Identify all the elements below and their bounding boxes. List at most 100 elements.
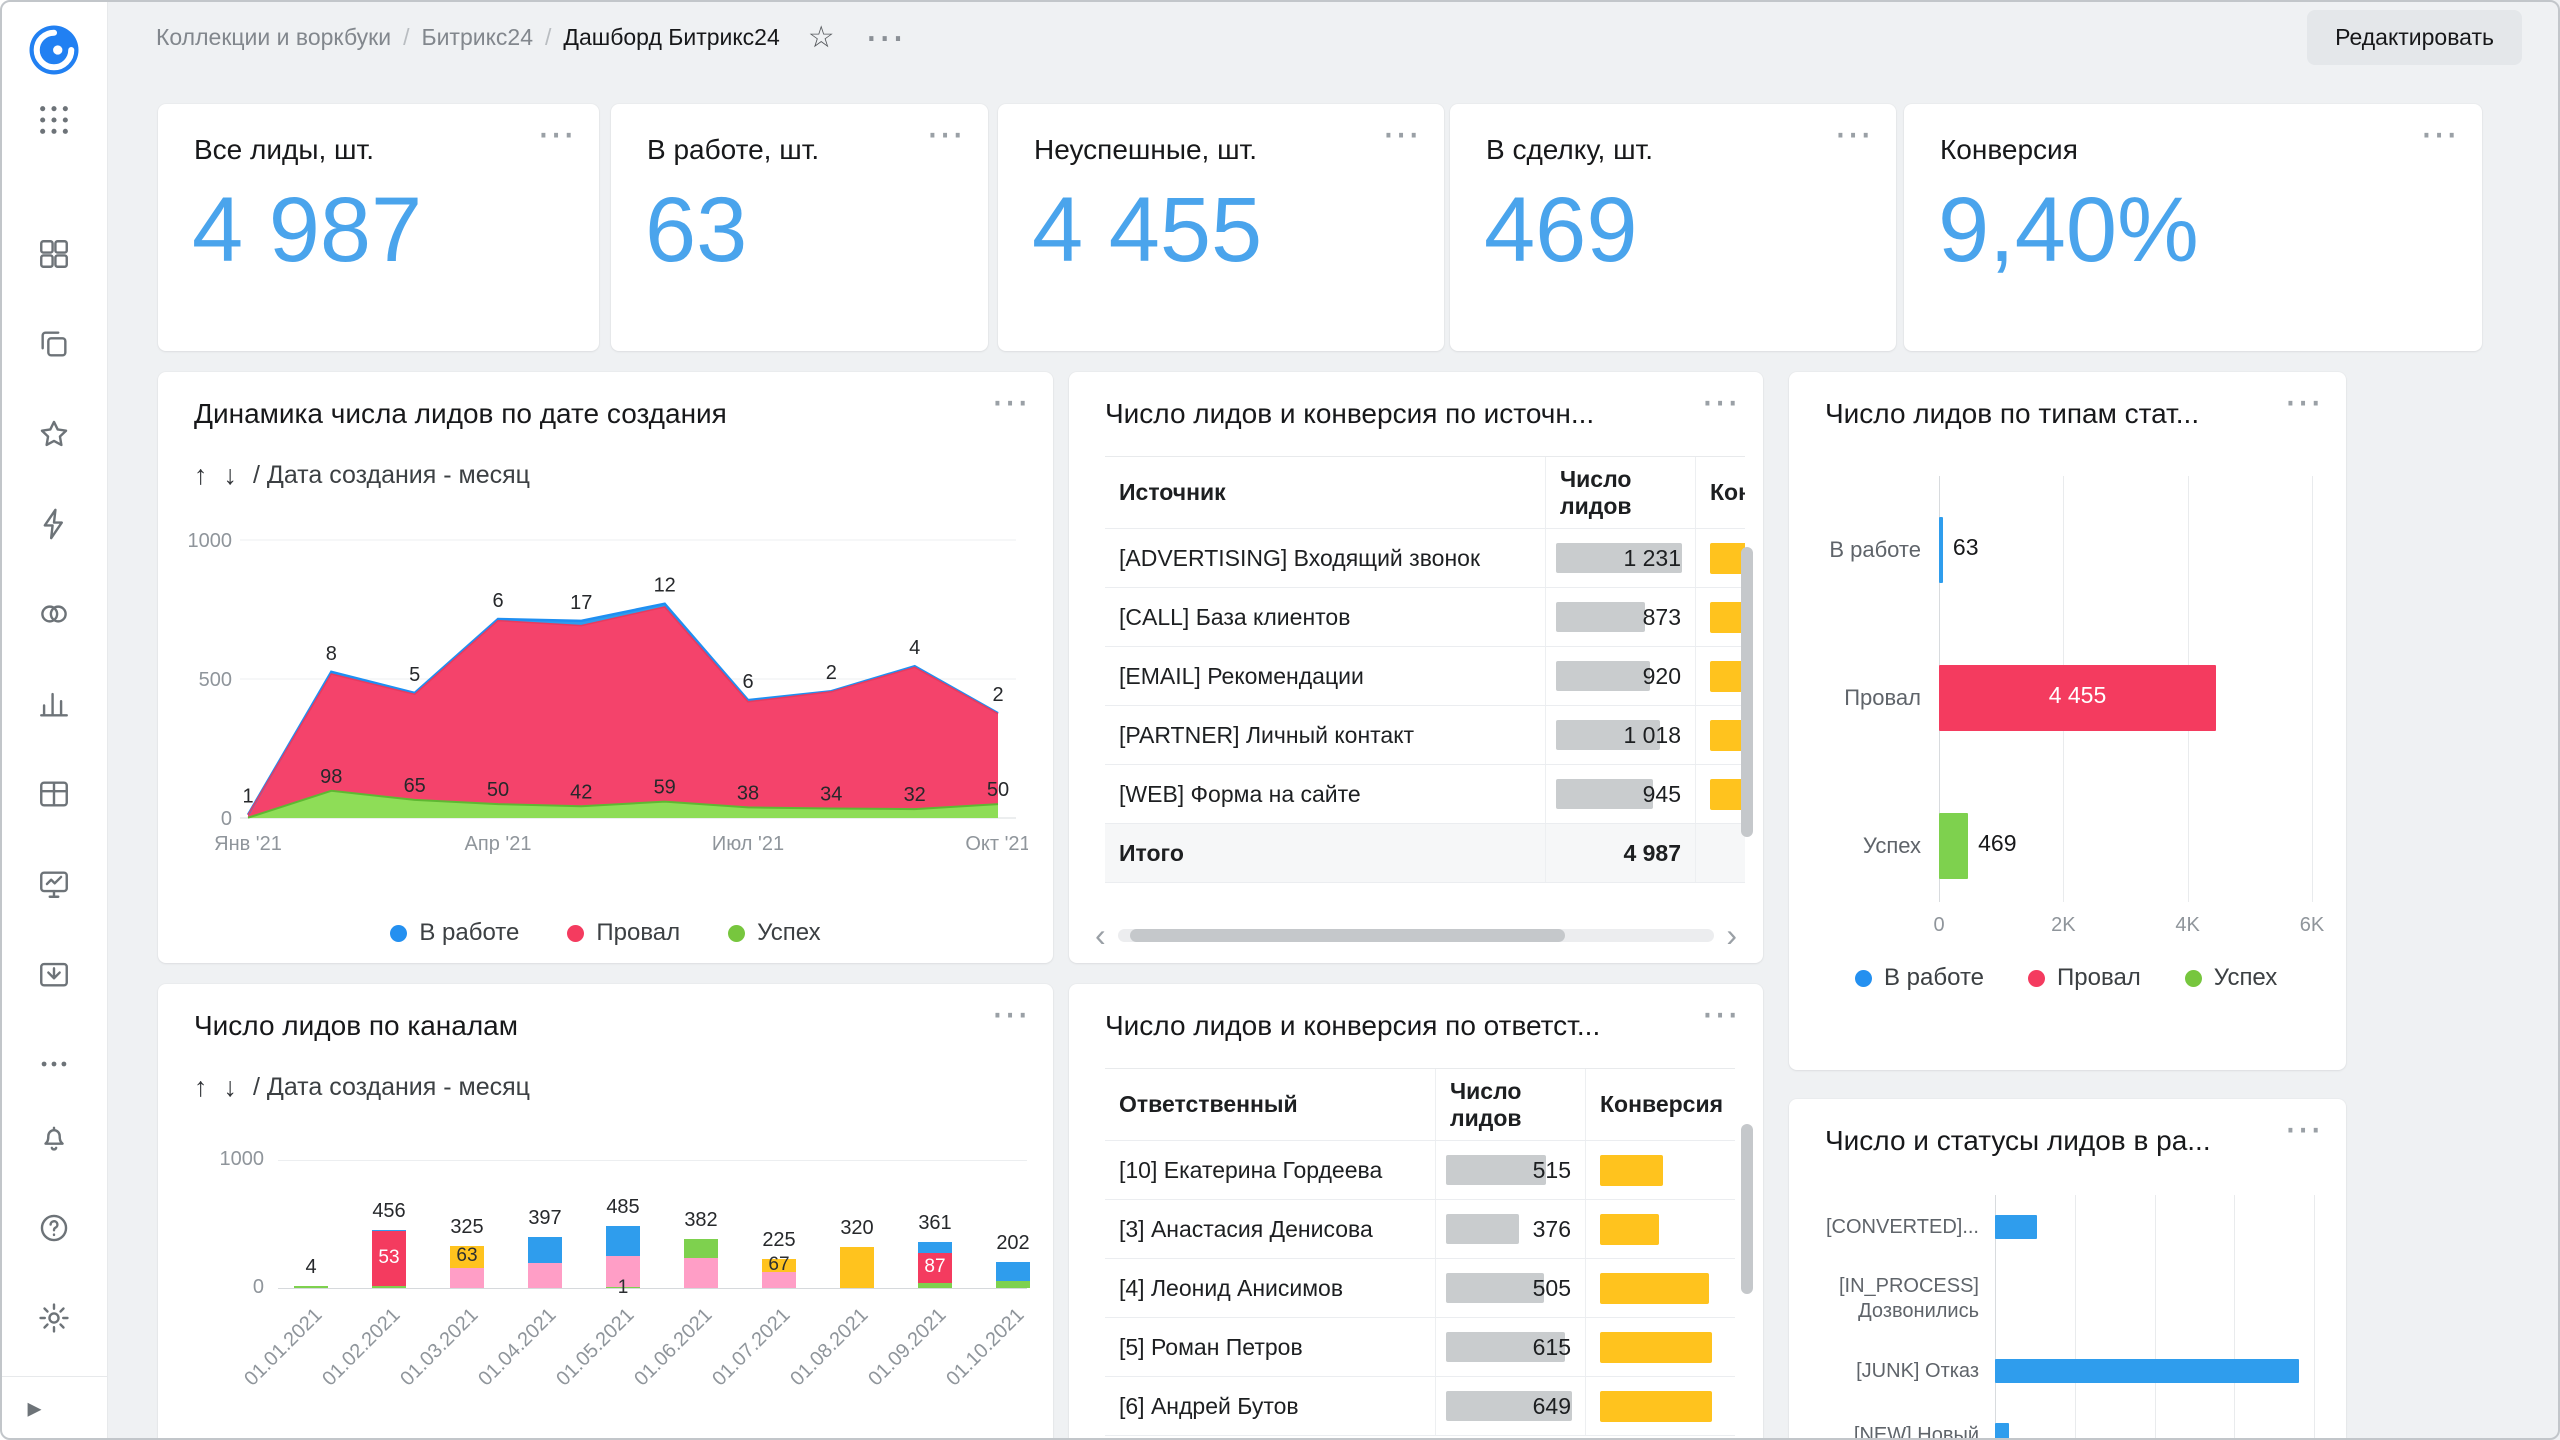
widget-title: Число лидов по каналам xyxy=(194,1010,518,1042)
card-menu-dots-icon[interactable]: ⋯ xyxy=(1701,996,1739,1034)
sidebar-collapse-button[interactable]: ▸ xyxy=(0,1376,108,1440)
bar[interactable] xyxy=(1939,517,1943,583)
breadcrumb-separator: / xyxy=(545,24,551,51)
svg-text:17: 17 xyxy=(570,592,592,614)
sidebar-item-editor[interactable] xyxy=(32,862,76,906)
cell-leads: 945 xyxy=(1545,765,1695,823)
edit-button[interactable]: Редактировать xyxy=(2307,10,2522,65)
bar[interactable] xyxy=(1995,1423,2009,1440)
category-label: Провал xyxy=(1819,685,1939,711)
legend-label: В работе xyxy=(419,919,519,947)
sidebar-item-collections[interactable] xyxy=(32,322,76,366)
legend-dot-icon xyxy=(567,925,584,942)
bar[interactable] xyxy=(1939,813,1968,879)
apps-grid-icon[interactable] xyxy=(32,98,76,142)
svg-text:8: 8 xyxy=(326,643,337,665)
cell-conversion xyxy=(1695,765,1745,823)
card-menu-dots-icon[interactable]: ⋯ xyxy=(1382,116,1420,154)
legend-item[interactable]: Провал xyxy=(567,919,680,947)
sidebar-item-datasets[interactable] xyxy=(32,592,76,636)
bar-segment xyxy=(996,1281,1030,1288)
datalens-logo-icon[interactable] xyxy=(26,22,82,78)
card-menu-dots-icon[interactable]: ⋯ xyxy=(991,996,1029,1034)
legend-item[interactable]: Провал xyxy=(2028,964,2141,992)
vertical-scrollbar[interactable] xyxy=(1741,1124,1753,1294)
bar-segment xyxy=(996,1262,1030,1281)
bar[interactable] xyxy=(1995,1215,2037,1239)
dashboards-icon xyxy=(37,237,71,271)
scrollbar-thumb[interactable] xyxy=(1130,929,1566,942)
conversion-bar xyxy=(1710,661,1745,692)
sidebar-item-storage[interactable] xyxy=(32,952,76,996)
kpi-value: 4 455 xyxy=(1032,178,1262,283)
svg-text:Июл '21: Июл '21 xyxy=(712,833,784,855)
stacked-bar[interactable] xyxy=(684,1239,718,1288)
sidebar-item-tables[interactable] xyxy=(32,772,76,816)
favorite-star-icon[interactable]: ☆ xyxy=(808,20,835,55)
card-menu-dots-icon[interactable]: ⋯ xyxy=(1834,116,1872,154)
stacked-bar[interactable] xyxy=(294,1286,328,1288)
legend-item[interactable]: Успех xyxy=(2185,964,2277,992)
stacked-bar[interactable] xyxy=(528,1237,562,1288)
svg-text:98: 98 xyxy=(320,766,342,788)
conversion-bar xyxy=(1600,1332,1712,1363)
header-menu-dots-icon[interactable]: ⋯ xyxy=(865,26,905,50)
stacked-bar[interactable] xyxy=(996,1262,1030,1288)
breadcrumb-item[interactable]: Коллекции и воркбуки xyxy=(156,24,391,51)
sort-desc-icon[interactable]: ↓ xyxy=(224,460,238,491)
tables-icon xyxy=(37,777,71,811)
breadcrumb-separator: / xyxy=(403,24,409,51)
table-row: [6] Андрей Бутов649 xyxy=(1105,1377,1735,1436)
stacked-bar[interactable] xyxy=(840,1247,874,1288)
sidebar-item-more[interactable] xyxy=(32,1042,76,1086)
leads-bar xyxy=(1556,661,1650,691)
sidebar-item-connections[interactable] xyxy=(32,502,76,546)
vertical-scrollbar[interactable] xyxy=(1741,547,1753,837)
scrollbar-track[interactable] xyxy=(1118,929,1715,942)
breadcrumb-item[interactable]: Дашборд Битрикс24 xyxy=(563,24,779,51)
sort-asc-icon[interactable]: ↑ xyxy=(194,1072,208,1103)
card-menu-dots-icon[interactable]: ⋯ xyxy=(1701,384,1739,422)
card-menu-dots-icon[interactable]: ⋯ xyxy=(537,116,575,154)
leads-value: 1 018 xyxy=(1623,722,1681,749)
statuses-detail-bar-chart: [CONVERTED]...[IN_PROCESS] Дозвонились[J… xyxy=(1815,1195,2320,1440)
storage-icon xyxy=(37,957,71,991)
category-label: [CONVERTED]... xyxy=(1815,1215,1995,1240)
breadcrumb-item[interactable]: Битрикс24 xyxy=(421,24,533,51)
dynamics-chart-svg: 10005000185617126242986550425938343250Ян… xyxy=(178,498,1028,878)
sort-desc-icon[interactable]: ↓ xyxy=(224,1072,238,1103)
scroll-right-icon[interactable]: › xyxy=(1726,919,1737,951)
bar-total-label: 202 xyxy=(966,1232,1060,1255)
sidebar-item-dashboards[interactable] xyxy=(32,232,76,276)
scroll-left-icon[interactable]: ‹ xyxy=(1095,919,1106,951)
cell-leads: 1 231 xyxy=(1545,529,1695,587)
settings-gear-icon xyxy=(37,1301,71,1335)
card-menu-dots-icon[interactable]: ⋯ xyxy=(2420,116,2458,154)
leads-value: 1 231 xyxy=(1623,545,1681,572)
legend-item[interactable]: В работе xyxy=(1855,964,1984,992)
sidebar-item-notifications-bell[interactable] xyxy=(32,1116,76,1160)
legend-item[interactable]: В работе xyxy=(390,919,519,947)
sidebar-item-charts[interactable] xyxy=(32,682,76,726)
axis-tick-label: 6K xyxy=(2300,914,2324,937)
cell-conversion xyxy=(1585,1141,1735,1199)
sidebar-item-favorites[interactable] xyxy=(32,412,76,456)
legend-item[interactable]: Успех xyxy=(728,919,820,947)
bar-row: [CONVERTED]... xyxy=(1815,1195,2320,1259)
sort-asc-icon[interactable]: ↑ xyxy=(194,460,208,491)
card-menu-dots-icon[interactable]: ⋯ xyxy=(2284,1111,2322,1149)
managers-table: ОтветственныйЧисло лидовКонверсия[10] Ек… xyxy=(1105,1068,1745,1436)
card-menu-dots-icon[interactable]: ⋯ xyxy=(991,384,1029,422)
sidebar-item-settings-gear[interactable] xyxy=(32,1296,76,1340)
bar-segment xyxy=(918,1283,952,1288)
table-header-row: ИсточникЧисло лидовКонверсия xyxy=(1105,457,1745,529)
card-menu-dots-icon[interactable]: ⋯ xyxy=(2284,384,2322,422)
sidebar-item-help[interactable] xyxy=(32,1206,76,1250)
table-body: ОтветственныйЧисло лидовКонверсия[10] Ек… xyxy=(1105,1068,1735,1436)
more-icon xyxy=(37,1047,71,1081)
card-menu-dots-icon[interactable]: ⋯ xyxy=(926,116,964,154)
bar-segment xyxy=(294,1286,328,1288)
table-row: [ADVERTISING] Входящий звонок1 231 xyxy=(1105,529,1745,588)
bar[interactable] xyxy=(1995,1359,2299,1383)
cell-leads: 515 xyxy=(1435,1141,1585,1199)
